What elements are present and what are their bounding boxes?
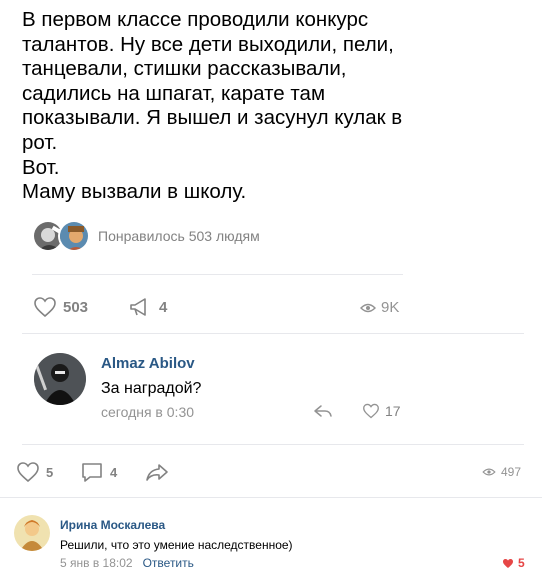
comment-text: За наградой? [101,380,202,397]
comment-author[interactable]: Almaz Abilov [101,355,195,372]
heart-icon [17,462,39,483]
comment-author[interactable]: Ирина Москалева [60,518,165,532]
heart-icon [363,403,379,419]
comment-like-count: 5 [518,556,525,570]
comment-text: Решили, что это умение наследственное) [60,538,293,552]
heart-filled-icon [503,558,513,568]
views-count: 9K [381,299,400,316]
divider [22,444,524,445]
views-counter: 9K [360,299,399,316]
share-button[interactable]: 4 [129,296,167,318]
reply-icon [314,405,332,417]
comment-count: 4 [110,464,118,480]
liker-avatar[interactable] [58,220,90,252]
like-button[interactable]: 503 [33,296,88,318]
comment-like-button[interactable]: 17 [362,403,401,419]
liked-by-text[interactable]: Понравилось 503 людям [98,228,260,244]
comment-icon [82,463,102,482]
post-text: В первом классе проводили конкурс талант… [22,8,403,204]
share-button[interactable] [145,461,169,483]
liked-by-row[interactable]: Понравилось 503 людям [32,219,260,253]
comment-date[interactable]: сегодня в 0:30 [101,404,194,420]
commenter-avatar[interactable] [34,353,86,405]
reply-link[interactable]: Ответить [143,556,194,570]
comment-like-button[interactable]: 5 [502,556,525,570]
commenter-avatar[interactable] [14,515,50,551]
comment-meta: 5 янв в 18:02 Ответить [60,556,194,570]
eye-icon [482,468,496,476]
heart-icon [34,297,56,318]
eye-icon [360,303,376,312]
divider [32,274,403,275]
share-count: 4 [159,298,168,316]
share-arrow-icon [146,464,168,481]
comment-button[interactable]: 4 [80,461,117,483]
like-count: 503 [63,298,89,316]
megaphone-icon [130,298,146,316]
comment-date[interactable]: 5 янв в 18:02 [60,556,133,570]
divider [22,333,524,334]
like-button[interactable]: 5 [16,461,53,483]
like-count: 5 [46,464,54,480]
divider [0,497,542,498]
reply-button[interactable] [313,404,333,423]
views-counter: 497 [482,465,521,479]
views-count: 497 [501,465,522,479]
comment-like-count: 17 [385,403,401,419]
